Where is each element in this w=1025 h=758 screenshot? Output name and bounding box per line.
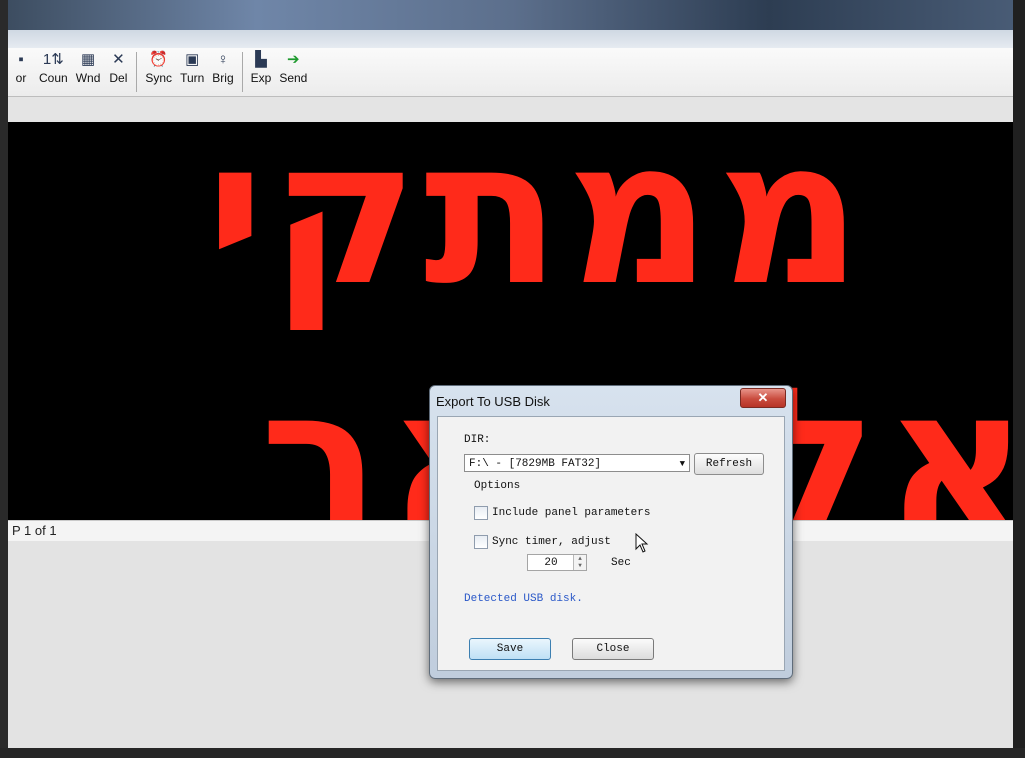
dialog-body: DIR: F:\ - [7829MB FAT32] ▼ Refresh Opti… bbox=[437, 416, 785, 671]
toolbar-label: Exp bbox=[250, 71, 272, 85]
window-title-strip bbox=[8, 30, 1013, 48]
toolbar-button-delete[interactable]: ✕ Del bbox=[105, 48, 131, 85]
led-text-line-1: ממתקי bbox=[205, 122, 868, 330]
dir-dropdown-value: F:\ - [7829MB FAT32] bbox=[469, 458, 602, 470]
toolbar-label: Brig bbox=[212, 71, 234, 85]
counter-icon: 1⇅ bbox=[42, 51, 64, 68]
timer-adjust-stepper[interactable]: 20 ▲ ▼ bbox=[527, 554, 587, 571]
toolbar-secondary bbox=[8, 97, 1013, 123]
export-icon: ▙ bbox=[255, 51, 267, 68]
color-icon: ▪ bbox=[18, 51, 24, 68]
export-usb-dialog: Export To USB Disk ✕ DIR: F:\ - [7829MB … bbox=[429, 385, 793, 679]
monitor-bezel-right bbox=[1013, 0, 1025, 758]
toolbar-label: Wnd bbox=[75, 71, 101, 85]
toolbar: ▪ or 1⇅ Coun ▦ Wnd ✕ Del ⏰ Sync ▣ Turn ♀… bbox=[8, 48, 1013, 97]
usb-status-message: Detected USB disk. bbox=[464, 593, 583, 605]
brightness-icon: ♀ bbox=[217, 51, 229, 68]
dir-label: DIR: bbox=[464, 434, 491, 446]
toolbar-label: Del bbox=[109, 71, 128, 85]
toolbar-button-export[interactable]: ▙ Exp bbox=[248, 48, 275, 85]
sync-icon: ⏰ bbox=[149, 51, 169, 68]
window-icon: ▦ bbox=[80, 51, 96, 68]
dir-dropdown[interactable]: F:\ - [7829MB FAT32] ▼ bbox=[464, 454, 690, 472]
toolbar-label: Turn bbox=[180, 71, 205, 85]
toolbar-separator bbox=[136, 52, 138, 92]
toolbar-label: Send bbox=[279, 71, 308, 85]
seconds-unit-label: Sec bbox=[611, 557, 631, 569]
sync-timer-checkbox[interactable] bbox=[474, 535, 488, 549]
include-panel-checkbox[interactable] bbox=[474, 506, 488, 520]
sync-timer-label: Sync timer, adjust bbox=[492, 536, 611, 548]
dialog-title: Export To USB Disk bbox=[436, 394, 550, 409]
refresh-button[interactable]: Refresh bbox=[694, 453, 764, 475]
toolbar-button-counter[interactable]: 1⇅ Coun bbox=[36, 48, 71, 85]
toolbar-label: or bbox=[15, 71, 27, 85]
toolbar-button-window[interactable]: ▦ Wnd bbox=[73, 48, 104, 85]
include-panel-option: Include panel parameters bbox=[474, 506, 650, 520]
page-indicator: P 1 of 1 bbox=[12, 523, 57, 538]
toolbar-label: Sync bbox=[145, 71, 173, 85]
close-icon[interactable]: ✕ bbox=[740, 388, 786, 408]
options-label: Options bbox=[474, 480, 521, 492]
save-button[interactable]: Save bbox=[469, 638, 551, 660]
monitor-bezel-left bbox=[0, 0, 8, 758]
spinner-arrows-icon[interactable]: ▲ ▼ bbox=[573, 555, 586, 570]
monitor-bezel-bottom bbox=[0, 748, 1025, 758]
send-icon: ➔ bbox=[287, 51, 300, 68]
turn-icon: ▣ bbox=[185, 51, 200, 68]
timer-value: 20 bbox=[544, 557, 558, 569]
toolbar-button-turn[interactable]: ▣ Turn bbox=[177, 48, 207, 85]
toolbar-button-color[interactable]: ▪ or bbox=[8, 48, 34, 85]
chevron-down-icon: ▼ bbox=[679, 459, 685, 469]
mouse-pointer-icon bbox=[635, 533, 649, 553]
toolbar-separator bbox=[241, 52, 243, 92]
toolbar-button-send[interactable]: ➔ Send bbox=[276, 48, 310, 85]
toolbar-button-brightness[interactable]: ♀ Brig bbox=[209, 48, 236, 85]
close-button[interactable]: Close bbox=[572, 638, 654, 660]
include-panel-label: Include panel parameters bbox=[492, 507, 651, 519]
sync-timer-option: Sync timer, adjust bbox=[474, 535, 611, 549]
delete-icon: ✕ bbox=[112, 51, 125, 68]
toolbar-label: Coun bbox=[39, 71, 68, 85]
toolbar-button-sync[interactable]: ⏰ Sync bbox=[142, 48, 175, 85]
